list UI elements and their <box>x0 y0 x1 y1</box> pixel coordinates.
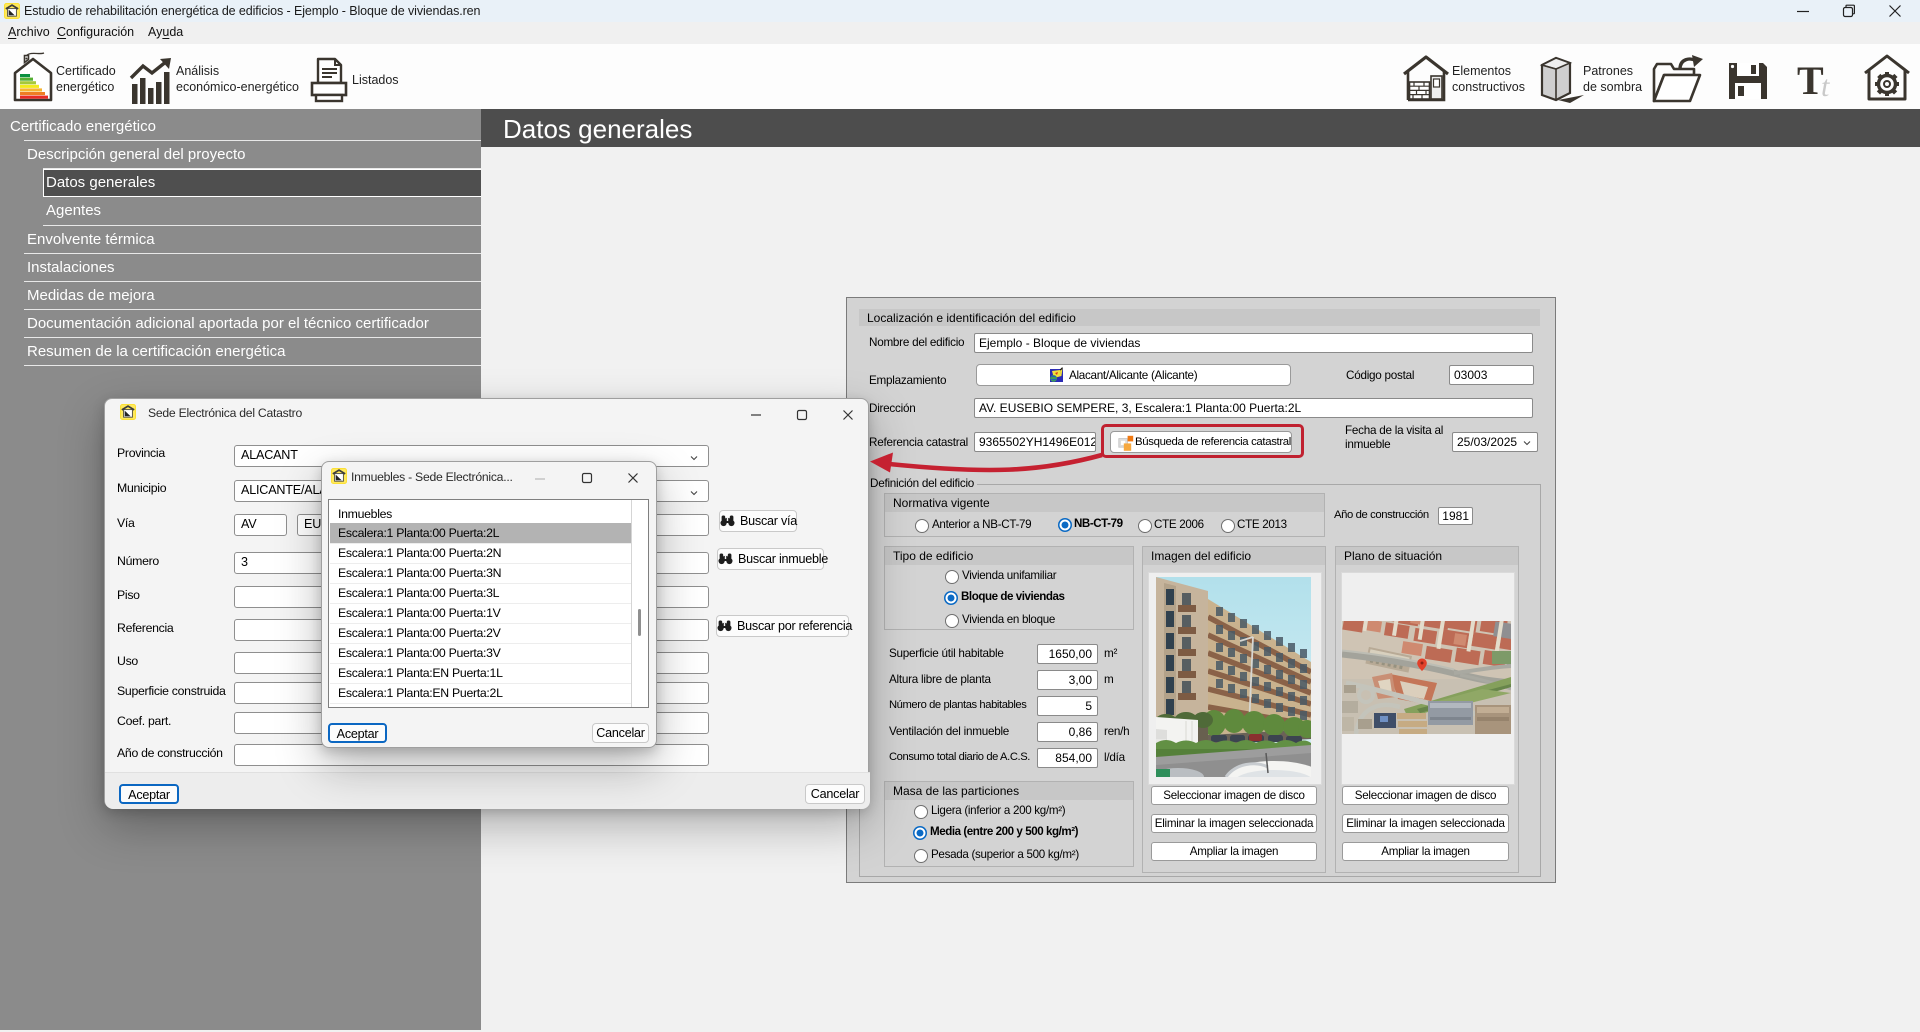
svg-text:t: t <box>1821 70 1830 101</box>
svg-text:T: T <box>1797 61 1824 101</box>
